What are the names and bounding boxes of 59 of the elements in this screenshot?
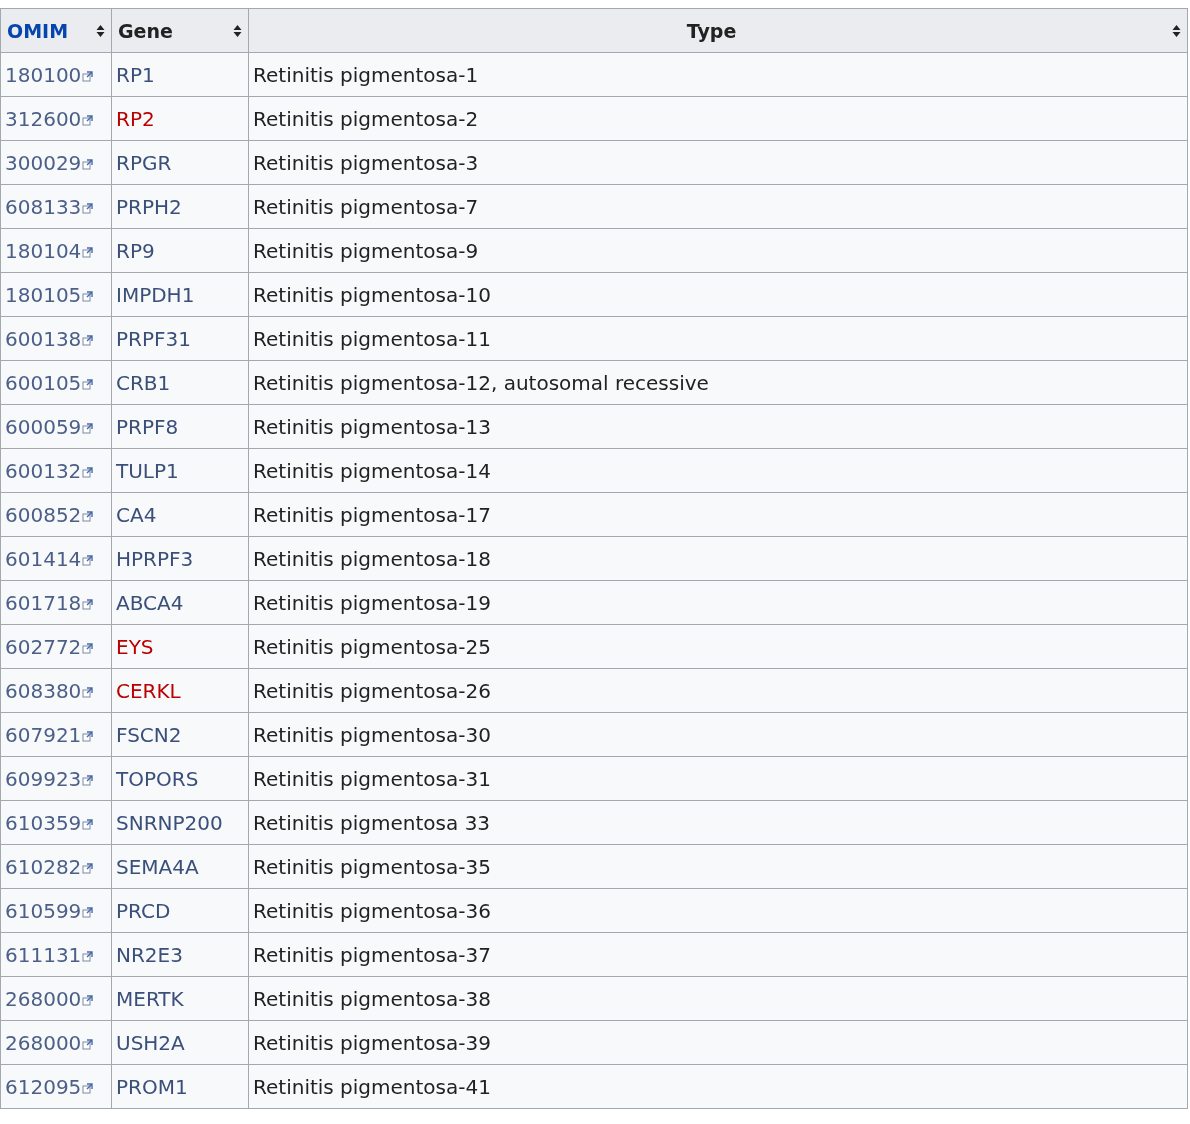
table-cell: Retinitis pigmentosa-14 — [248, 448, 1188, 493]
table-cell: Retinitis pigmentosa-38 — [248, 976, 1188, 1021]
external-link-icon — [82, 378, 94, 390]
external-link-icon — [82, 290, 94, 302]
external-link-icon — [82, 862, 94, 874]
table-cell: Retinitis pigmentosa-35 — [248, 844, 1188, 889]
table-cell: Retinitis pigmentosa-18 — [248, 536, 1188, 581]
gene-link[interactable]: RP2 — [116, 106, 155, 131]
gene-link[interactable]: RP9 — [116, 238, 155, 263]
column-header[interactable]: OMIM — [0, 8, 112, 53]
external-link-icon — [82, 1038, 94, 1050]
table-cell: Retinitis pigmentosa-13 — [248, 404, 1188, 449]
table-cell: Retinitis pigmentosa-36 — [248, 888, 1188, 933]
column-header[interactable]: Type — [248, 8, 1188, 53]
sort-icon[interactable] — [96, 23, 105, 38]
gene-link[interactable]: CA4 — [116, 502, 157, 527]
table-cell: Retinitis pigmentosa-3 — [248, 140, 1188, 185]
external-link-icon — [82, 906, 94, 918]
table-cell: Retinitis pigmentosa-25 — [248, 624, 1188, 669]
table-cell: Retinitis pigmentosa-41 — [248, 1064, 1188, 1109]
table-cell: Retinitis pigmentosa-31 — [248, 756, 1188, 801]
table-cell: Retinitis pigmentosa-7 — [248, 184, 1188, 229]
external-link-icon — [82, 466, 94, 478]
table-cell: Retinitis pigmentosa-19 — [248, 580, 1188, 625]
table-cell: Retinitis pigmentosa-37 — [248, 932, 1188, 977]
sort-icon[interactable] — [1172, 23, 1181, 38]
external-link-icon — [82, 774, 94, 786]
external-link-icon — [82, 686, 94, 698]
table-cell: Retinitis pigmentosa-10 — [248, 272, 1188, 317]
table-cell: Retinitis pigmentosa-17 — [248, 492, 1188, 537]
external-link-icon — [82, 554, 94, 566]
external-link-icon — [82, 246, 94, 258]
table-cell: Retinitis pigmentosa-39 — [248, 1020, 1188, 1065]
table-cell: Retinitis pigmentosa-26 — [248, 668, 1188, 713]
table-cell: Retinitis pigmentosa-30 — [248, 712, 1188, 757]
gene-link[interactable]: EYS — [116, 634, 154, 659]
external-link-icon — [82, 994, 94, 1006]
external-link-icon — [82, 202, 94, 214]
external-link-icon — [82, 158, 94, 170]
gene-link[interactable]: RP1 — [116, 62, 155, 87]
external-link-icon — [82, 730, 94, 742]
table-cell: Retinitis pigmentosa-11 — [248, 316, 1188, 361]
table-cell: Retinitis pigmentosa-9 — [248, 228, 1188, 273]
table-cell: Retinitis pigmentosa 33 — [248, 800, 1188, 845]
external-link-icon — [82, 422, 94, 434]
external-link-icon — [82, 642, 94, 654]
table-cell: Retinitis pigmentosa-1 — [248, 52, 1188, 97]
table-cell: Retinitis pigmentosa-12, autosomal recessive — [248, 360, 1188, 405]
external-link-icon — [82, 510, 94, 522]
external-link-icon — [82, 950, 94, 962]
external-link-icon — [82, 334, 94, 346]
table-cell: Retinitis pigmentosa-2 — [248, 96, 1188, 141]
column-header[interactable]: Gene — [111, 8, 249, 53]
external-link-icon — [82, 818, 94, 830]
external-link-icon — [82, 114, 94, 126]
external-link-icon — [82, 70, 94, 82]
sort-icon[interactable] — [233, 23, 242, 38]
external-link-icon — [82, 598, 94, 610]
external-link-icon — [82, 1082, 94, 1094]
